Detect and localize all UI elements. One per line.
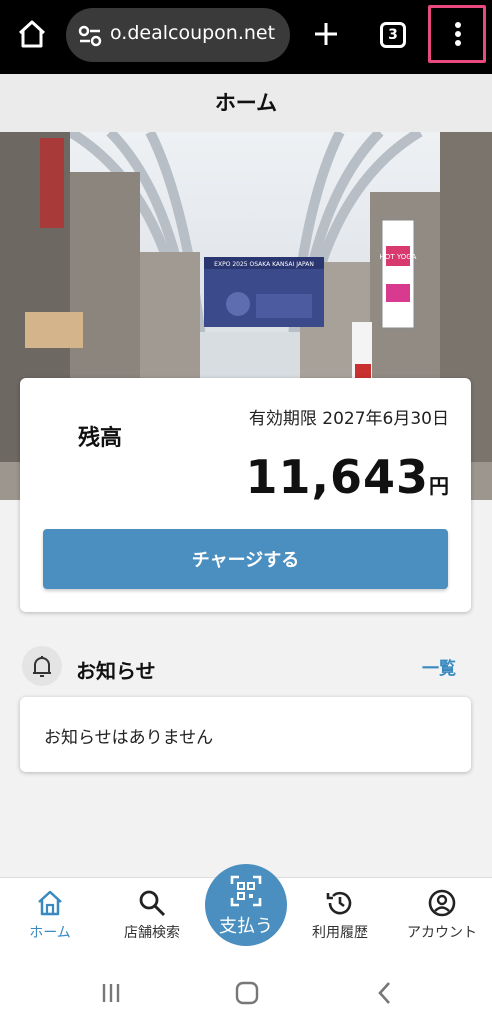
hot-yoga-sign: HOT YOGA [380,253,417,261]
balance-amount: 11,643 [245,450,429,504]
recent-apps-icon[interactable] [96,978,126,1008]
browser-toolbar: o.dealcoupon.net 3 [0,0,492,74]
system-navigation-bar [0,960,492,1024]
home-system-icon[interactable] [232,978,262,1008]
news-empty-message: お知らせはありません [44,728,214,748]
url-text: o.dealcoupon.net [110,22,276,44]
expo-banner-text: EXPO 2025 OSAKA KANSAI JAPAN [214,261,314,268]
charge-button[interactable]: チャージする [43,529,448,589]
search-icon [139,890,166,917]
nav-store-search-label: 店舗検索 [124,925,180,941]
currency-unit: 円 [429,474,449,498]
nav-account[interactable]: アカウント [394,888,490,954]
bell-icon [22,646,62,686]
balance-amount-wrap: 11,643円 [245,450,449,504]
news-card: お知らせはありません [20,697,471,772]
more-vert-icon[interactable] [428,5,486,63]
balance-card: 残高 有効期限 2027年6月30日 11,643円 チャージする [20,378,471,612]
pay-label: 支払う [219,916,273,937]
tab-count-button[interactable]: 3 [380,22,406,48]
nav-store-search[interactable]: 店舗検索 [104,888,200,954]
site-settings-icon[interactable] [78,25,102,47]
balance-label: 残高 [78,426,123,451]
expiry-date: 有効期限 2027年6月30日 [248,409,449,429]
account-icon [428,889,456,917]
nav-history-label: 利用履歴 [312,925,368,941]
page-title: ホーム [0,74,492,132]
qr-scan-icon [230,875,262,907]
history-icon [326,891,352,915]
nav-history[interactable]: 利用履歴 [292,888,388,954]
news-title: お知らせ [76,659,156,683]
nav-home[interactable]: ホーム [2,888,98,954]
news-list-link[interactable]: 一覧 [422,654,456,679]
new-tab-plus-icon[interactable] [312,20,340,48]
back-icon[interactable] [370,978,400,1008]
pay-button[interactable]: 支払う [205,864,287,946]
home-nav-icon [38,890,62,916]
nav-account-label: アカウント [407,925,477,941]
home-icon[interactable] [16,18,48,50]
url-bar[interactable]: o.dealcoupon.net [66,8,290,62]
nav-home-label: ホーム [29,925,71,941]
